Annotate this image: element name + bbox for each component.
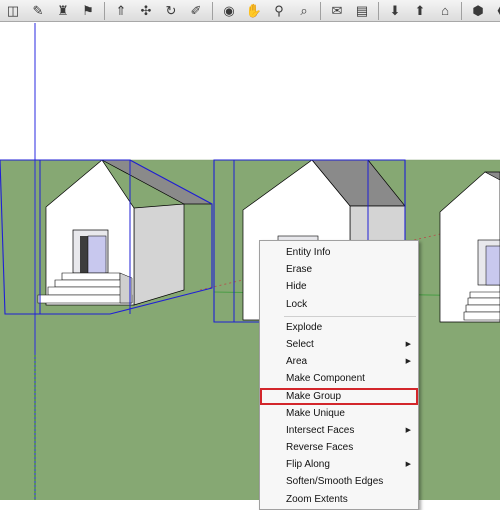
- menu-item-explode[interactable]: Explode: [260, 319, 418, 336]
- toolbar-separator: [104, 1, 105, 20]
- house-1-step-2: [47, 286, 129, 296]
- house-1-step-3: [54, 279, 125, 288]
- menu-item-flip-along[interactable]: Flip Along ▶: [260, 456, 418, 473]
- menu-item-select[interactable]: Select ▶: [260, 336, 418, 353]
- orbit-icon[interactable]: ◉: [218, 1, 240, 21]
- push-pull-icon[interactable]: ⇑: [110, 1, 132, 21]
- menu-item-label: Soften/Smooth Edges: [286, 476, 384, 488]
- submenu-arrow-icon: ▶: [405, 358, 411, 366]
- sky: [0, 23, 500, 160]
- pan-icon[interactable]: ✋: [243, 1, 265, 21]
- share-model-icon[interactable]: ⬆: [409, 1, 431, 21]
- house-1-step-4: [61, 272, 121, 281]
- move-icon[interactable]: ✣: [135, 1, 157, 21]
- menu-separator: [284, 315, 416, 317]
- extensions-icon[interactable]: ⬣: [492, 1, 500, 21]
- house-1-door-dark: [80, 236, 88, 273]
- menu-item-label: Make Unique: [286, 407, 345, 419]
- follow-me-icon[interactable]: ✐: [185, 1, 207, 21]
- walk-icon[interactable]: ⚑: [77, 1, 99, 21]
- warehouse-icon[interactable]: ⌂: [434, 1, 456, 21]
- menu-item-label: Hide: [286, 281, 307, 293]
- text-icon[interactable]: ✉: [326, 1, 348, 21]
- zoom-icon[interactable]: ⚲: [268, 1, 290, 21]
- menu-item-zoom-extents[interactable]: Zoom Extents: [260, 491, 418, 508]
- menu-item-reverse-faces[interactable]: Reverse Faces: [260, 439, 418, 456]
- menu-item-lock[interactable]: Lock: [260, 296, 418, 313]
- menu-item-hide[interactable]: Hide: [260, 278, 418, 295]
- menu-item-intersect-faces[interactable]: Intersect Faces ▶: [260, 422, 418, 439]
- house-3-step-2: [465, 304, 500, 313]
- house-3-step-1: [463, 311, 500, 321]
- menu-item-label: Area: [286, 356, 308, 368]
- menu-item-label: Erase: [286, 264, 313, 276]
- zoom-extents-icon[interactable]: ⌕: [293, 1, 315, 21]
- menu-item-label: Intersect Faces: [286, 424, 355, 436]
- select-icon[interactable]: ◫: [2, 1, 24, 21]
- menu-item-label: Lock: [286, 298, 308, 310]
- house-1-door-panel: [87, 235, 107, 274]
- menu-item-label: Zoom Extents: [286, 493, 348, 505]
- modeling-viewport[interactable]: [0, 23, 500, 500]
- menu-item-soften-smooth-edges[interactable]: Soften/Smooth Edges: [260, 473, 418, 490]
- context-menu: Entity Info Erase Hide Lock Explode Select ▶ Ar…: [259, 240, 419, 510]
- get-models-icon[interactable]: ⬇: [384, 1, 406, 21]
- toolbar-separator: [461, 1, 462, 20]
- house-3-door-panel: [485, 245, 500, 286]
- house-3-step-4: [469, 291, 500, 299]
- submenu-arrow-icon: ▶: [405, 426, 411, 434]
- components-icon[interactable]: ⬢: [467, 1, 489, 21]
- submenu-arrow-icon: ▶: [405, 340, 411, 348]
- menu-item-make-component[interactable]: Make Component: [260, 370, 418, 387]
- menu-item-erase[interactable]: Erase: [260, 261, 418, 278]
- menu-item-label: Flip Along: [286, 459, 330, 471]
- house-1-step-1: [37, 294, 133, 304]
- eraser-icon[interactable]: ✎: [27, 1, 49, 21]
- menu-item-label: Select: [286, 338, 314, 350]
- toolbar-separator: [378, 1, 379, 20]
- menu-item-label: Make Component: [286, 373, 365, 385]
- menu-item-entity-info[interactable]: Entity Info: [260, 244, 418, 261]
- section-plane-icon[interactable]: ▤: [351, 1, 373, 21]
- house-1-side-wall: [133, 203, 185, 306]
- rotate-icon[interactable]: ↻: [160, 1, 182, 21]
- menu-item-make-unique[interactable]: Make Unique: [260, 405, 418, 422]
- house-3-step-3: [467, 297, 500, 306]
- menu-item-label: Reverse Faces: [286, 442, 354, 454]
- menu-item-make-group[interactable]: Make Group: [260, 387, 418, 405]
- submenu-arrow-icon: ▶: [405, 461, 411, 469]
- menu-item-area[interactable]: Area ▶: [260, 353, 418, 370]
- main-toolbar: ◫✎♜⚑ ⇑✣↻✐ ◉✋⚲⌕ ✉▤ ⬇⬆⌂ ⬢⬣: [0, 0, 500, 22]
- toolbar-separator: [212, 1, 213, 20]
- menu-item-label: Explode: [286, 321, 323, 333]
- menu-item-label: Entity Info: [286, 247, 331, 258]
- menu-item-label: Make Group: [286, 390, 342, 402]
- toolbar-separator: [320, 1, 321, 20]
- paint-bucket-icon[interactable]: ♜: [52, 1, 74, 21]
